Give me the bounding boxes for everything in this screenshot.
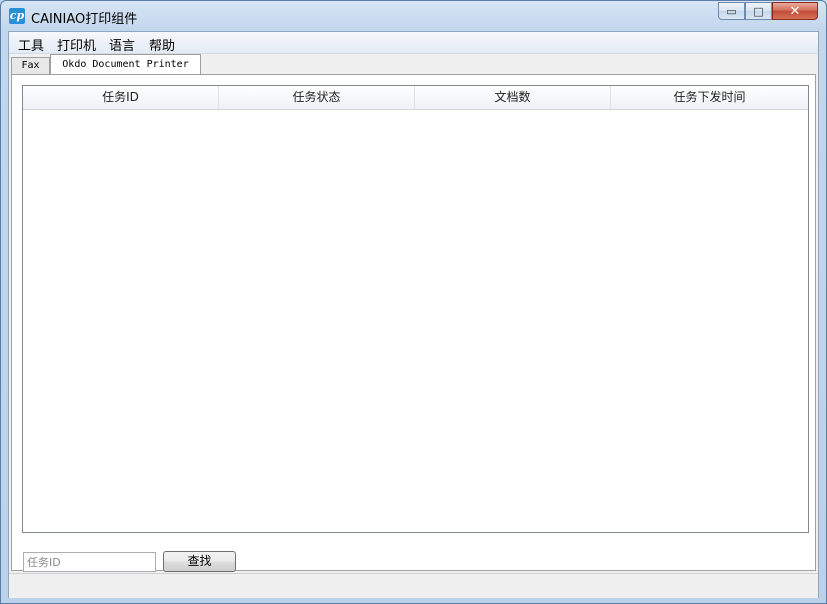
table-header: 任务ID 任务状态 文档数 任务下发时间 xyxy=(23,86,808,110)
minimize-icon: ▭ xyxy=(726,4,737,18)
maximize-icon: □ xyxy=(753,4,764,18)
menu-language[interactable]: 语言 xyxy=(107,35,137,54)
search-button[interactable]: 查找 xyxy=(163,551,236,572)
close-button[interactable]: ✕ xyxy=(772,2,818,20)
menu-printer[interactable]: 打印机 xyxy=(55,35,98,54)
menu-tools[interactable]: 工具 xyxy=(16,35,46,54)
tab-panel: 任务ID 任务状态 文档数 任务下发时间 查找 xyxy=(11,74,816,572)
app-window: cp CAINIAO打印组件 ▭ □ ✕ 工具 打印机 语言 帮助 Fax Ok… xyxy=(0,0,827,604)
printer-app-icon: cp xyxy=(9,8,25,24)
tab-okdo-document-printer[interactable]: Okdo Document Printer xyxy=(50,54,201,74)
column-header-job-id[interactable]: 任务ID xyxy=(23,86,219,109)
caption-buttons: ▭ □ ✕ xyxy=(718,2,818,21)
column-header-document-count[interactable]: 文档数 xyxy=(415,86,611,109)
column-header-issue-time[interactable]: 任务下发时间 xyxy=(611,86,808,109)
job-table[interactable]: 任务ID 任务状态 文档数 任务下发时间 xyxy=(22,85,809,533)
menu-bar: 工具 打印机 语言 帮助 xyxy=(9,32,818,54)
column-header-job-status[interactable]: 任务状态 xyxy=(219,86,415,109)
client-area: 工具 打印机 语言 帮助 Fax Okdo Document Printer 任… xyxy=(8,31,819,598)
maximize-button[interactable]: □ xyxy=(745,2,772,20)
status-bar xyxy=(9,573,818,598)
minimize-button[interactable]: ▭ xyxy=(718,2,745,20)
tab-fax[interactable]: Fax xyxy=(11,57,50,74)
title-bar[interactable]: cp CAINIAO打印组件 ▭ □ ✕ xyxy=(1,1,826,31)
close-icon: ✕ xyxy=(789,3,801,19)
menu-help[interactable]: 帮助 xyxy=(147,35,177,54)
window-title: CAINIAO打印组件 xyxy=(31,12,138,27)
job-id-search-input[interactable] xyxy=(23,552,156,572)
